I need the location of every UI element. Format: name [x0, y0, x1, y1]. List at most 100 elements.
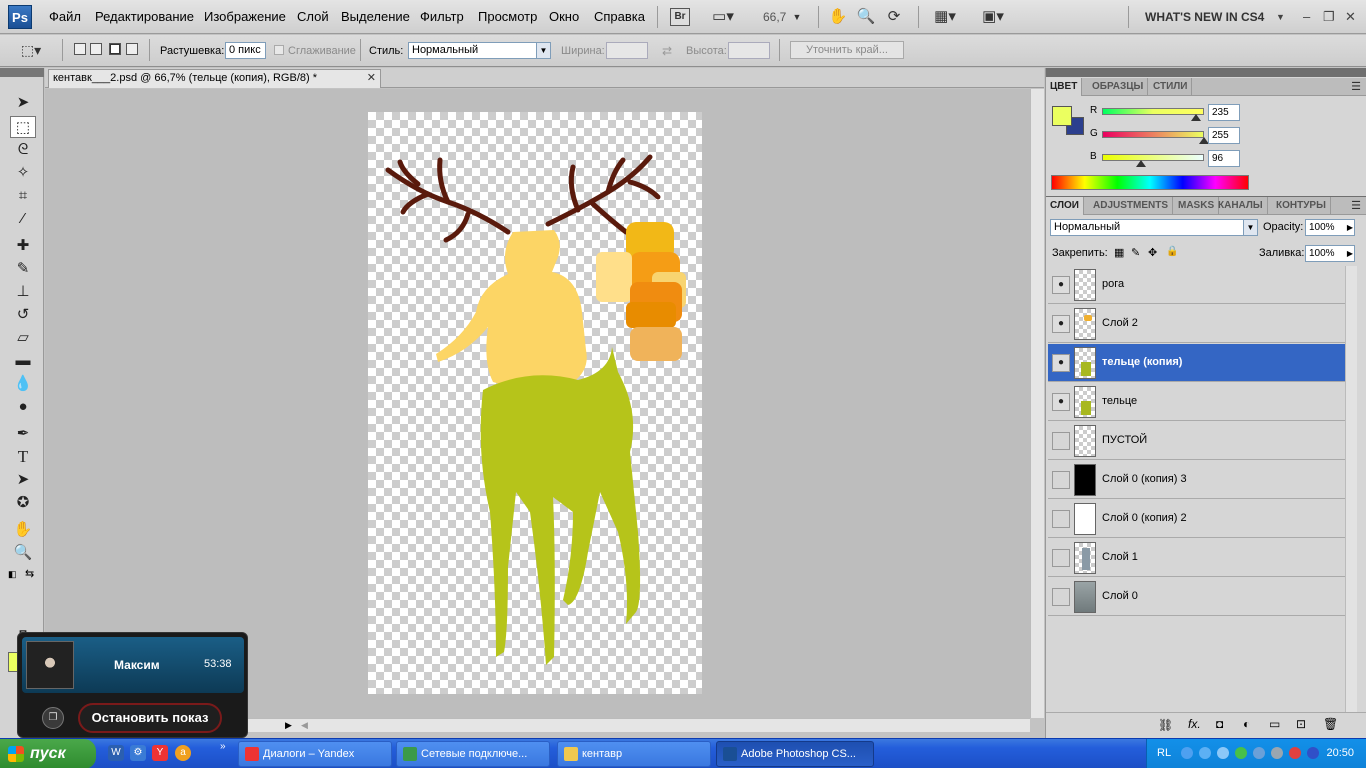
eye-icon[interactable]: ●: [1052, 276, 1070, 294]
workspace-dropdown-icon[interactable]: ▼: [1276, 12, 1285, 22]
clone-stamp-icon[interactable]: ⊥: [10, 281, 36, 303]
close-icon[interactable]: ✕: [1345, 9, 1356, 25]
eye-icon[interactable]: ●: [1052, 315, 1070, 333]
tab-channels[interactable]: КАНАЛЫ: [1214, 197, 1268, 215]
zoom-dropdown-icon[interactable]: ▼: [792, 8, 802, 26]
tray-network-icon[interactable]: [1217, 747, 1229, 759]
color-spectrum[interactable]: [1051, 175, 1249, 190]
menu-select[interactable]: Выделение: [341, 9, 410, 24]
zoom-tool-icon[interactable]: 🔍: [856, 8, 876, 26]
hand-tool-icon[interactable]: ✋: [828, 8, 848, 26]
settings-icon[interactable]: ⚙: [130, 745, 146, 761]
custom-shape-icon[interactable]: ✪: [10, 492, 36, 514]
layers-scrollbar[interactable]: [1345, 266, 1357, 712]
lasso-tool-icon[interactable]: ᘓ: [10, 139, 36, 161]
height-input[interactable]: [728, 42, 770, 59]
tray-bluetooth-icon[interactable]: [1307, 747, 1319, 759]
panel-grip[interactable]: [1046, 68, 1366, 77]
delete-layer-icon[interactable]: 🗑: [1323, 717, 1338, 731]
tray-audio-icon[interactable]: [1253, 747, 1265, 759]
task-network[interactable]: Сетевые подключе...: [396, 741, 550, 767]
lock-pixels-icon[interactable]: ✎: [1131, 246, 1140, 259]
layer-row[interactable]: ● рога: [1048, 266, 1346, 304]
fill-arrow-icon[interactable]: ▶: [1347, 246, 1353, 261]
eye-icon[interactable]: ●: [1052, 471, 1070, 489]
eye-icon[interactable]: ●: [1052, 510, 1070, 528]
layer-row[interactable]: ● ПУСТОЙ: [1048, 422, 1346, 460]
channel-b-input[interactable]: 96: [1208, 150, 1240, 167]
opacity-arrow-icon[interactable]: ▶: [1347, 220, 1353, 235]
screen-mode-icon[interactable]: ▣▾: [976, 8, 1010, 26]
tray-antivirus-icon[interactable]: [1289, 747, 1301, 759]
width-input[interactable]: [606, 42, 648, 59]
document-canvas[interactable]: [368, 112, 702, 694]
yandex-icon[interactable]: Y: [152, 745, 168, 761]
tab-layers[interactable]: СЛОИ: [1046, 197, 1084, 215]
rotate-view-icon[interactable]: ⟳: [884, 8, 904, 26]
layer-row[interactable]: ● Слой 1: [1048, 539, 1346, 577]
blend-mode-select[interactable]: Нормальный ▼: [1050, 219, 1258, 236]
add-selection-icon[interactable]: [90, 43, 102, 55]
menu-help[interactable]: Справка: [594, 9, 645, 24]
tray-sync-icon[interactable]: [1199, 747, 1211, 759]
menu-image[interactable]: Изображение: [204, 9, 286, 24]
default-colors-icon[interactable]: ◧: [8, 569, 17, 580]
menu-view[interactable]: Просмотр: [478, 9, 537, 24]
eraser-tool-icon[interactable]: ▱: [10, 327, 36, 349]
lock-position-icon[interactable]: ✥: [1148, 246, 1157, 259]
lock-transparency-icon[interactable]: ▦: [1114, 246, 1124, 259]
layer-row[interactable]: ● тельце: [1048, 383, 1346, 421]
swap-colors-icon[interactable]: ⇆: [25, 567, 34, 580]
tray-monitor-icon[interactable]: [1271, 747, 1283, 759]
healing-brush-icon[interactable]: ✚: [10, 235, 36, 257]
link-layers-icon[interactable]: ⛓: [1158, 718, 1173, 732]
layer-row[interactable]: ● Слой 0 (копия) 3: [1048, 461, 1346, 499]
layer-row-selected[interactable]: ● тельце (копия): [1048, 344, 1346, 382]
type-tool-icon[interactable]: T: [10, 446, 36, 468]
adjustment-layer-icon[interactable]: ◐: [1243, 717, 1250, 731]
vertical-scrollbar[interactable]: [1030, 89, 1044, 718]
new-selection-icon[interactable]: [74, 43, 86, 55]
task-yandex[interactable]: Диалоги – Yandex: [238, 741, 392, 767]
eye-icon[interactable]: ●: [1052, 549, 1070, 567]
history-brush-icon[interactable]: ↺: [10, 304, 36, 326]
new-layer-icon[interactable]: ⊡: [1296, 717, 1306, 731]
zoom-tool-icon[interactable]: 🔍: [10, 542, 36, 564]
path-selection-icon[interactable]: ➤: [10, 469, 36, 491]
intersect-selection-icon[interactable]: [126, 43, 138, 55]
canvas-area[interactable]: [45, 89, 1030, 718]
subtract-selection-icon[interactable]: [109, 43, 121, 55]
scroll-right-icon[interactable]: ▶: [285, 720, 292, 731]
style-select[interactable]: Нормальный ▼: [408, 42, 551, 59]
opacity-input[interactable]: 100% ▶: [1305, 219, 1355, 236]
magic-wand-icon[interactable]: ✧: [10, 162, 36, 184]
tray-security-icon[interactable]: [1235, 747, 1247, 759]
menu-window[interactable]: Окно: [549, 9, 579, 24]
panel-menu-icon[interactable]: ☰: [1351, 80, 1361, 93]
layer-style-icon[interactable]: fx.: [1188, 717, 1201, 731]
brush-tool-icon[interactable]: ✎: [10, 258, 36, 280]
menu-edit[interactable]: Редактирование: [95, 9, 194, 24]
gradient-tool-icon[interactable]: ▬: [10, 350, 36, 372]
task-photoshop[interactable]: Adobe Photoshop CS...: [716, 741, 874, 767]
move-tool-icon[interactable]: ➤: [10, 92, 36, 114]
panel-menu-icon[interactable]: ☰: [1351, 199, 1361, 212]
channel-r-slider[interactable]: [1102, 108, 1204, 115]
lock-all-icon[interactable]: 🔒: [1166, 246, 1178, 257]
layer-row[interactable]: ● Слой 0 (копия) 2: [1048, 500, 1346, 538]
hand-tool-icon[interactable]: ✋: [10, 519, 36, 541]
channel-g-input[interactable]: 255: [1208, 127, 1240, 144]
fill-input[interactable]: 100% ▶: [1305, 245, 1355, 262]
menu-file[interactable]: Файл: [49, 9, 81, 24]
view-extras-icon[interactable]: ▭▾: [705, 8, 741, 26]
tray-back-icon[interactable]: [1181, 747, 1193, 759]
eyedropper-icon[interactable]: ⁄: [10, 208, 36, 230]
task-folder[interactable]: кентавр: [557, 741, 711, 767]
pen-tool-icon[interactable]: ✒: [10, 423, 36, 445]
word-icon[interactable]: W: [108, 745, 124, 761]
marquee-preset-icon[interactable]: ⬚▾: [20, 41, 42, 59]
clock[interactable]: 20:50: [1326, 747, 1354, 759]
channel-g-slider[interactable]: [1102, 131, 1204, 138]
tab-adjustments[interactable]: ADJUSTMENTS: [1089, 197, 1174, 215]
layer-row[interactable]: ● Слой 0: [1048, 578, 1346, 616]
